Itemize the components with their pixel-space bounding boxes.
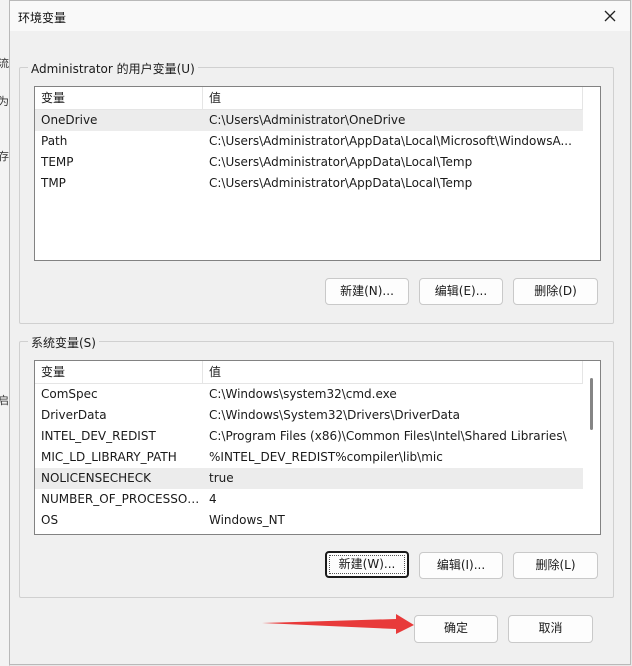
table-row[interactable]: TEMP C:\Users\Administrator\AppData\Local…: [35, 152, 583, 173]
variable-name-cell: NUMBER_OF_PROCESSORS: [41, 492, 203, 506]
variable-name-cell: TEMP: [41, 155, 74, 169]
background-glyph: 流: [0, 57, 9, 70]
vertical-scrollbar[interactable]: [583, 87, 600, 260]
variable-name-cell: OS: [41, 513, 59, 527]
variable-name-cell: INTEL_DEV_REDIST: [41, 429, 156, 443]
table-row[interactable]: Path C:\Users\Administrator\AppData\Local…: [35, 131, 583, 152]
variable-name-cell: TMP: [41, 176, 66, 190]
variable-name-cell: DriverData: [41, 408, 107, 422]
table-row[interactable]: INTEL_DEV_REDIST C:\Program Files (x86)\C…: [35, 426, 583, 447]
system-variables-list[interactable]: 变量 值 ComSpec C:\Windows\system32\cmd.exe D…: [34, 360, 601, 535]
variable-value-cell: C:\Windows\System32\Drivers\DriverData: [209, 408, 460, 422]
table-row[interactable]: NOLICENSECHECK true: [35, 468, 583, 489]
system-new-button[interactable]: 新建(W)...: [325, 551, 409, 578]
dialog-title: 环境变量: [18, 11, 67, 25]
system-delete-button[interactable]: 删除(L): [513, 552, 598, 579]
table-row[interactable]: ComSpec C:\Windows\system32\cmd.exe: [35, 384, 583, 405]
variable-value-cell: C:\Program Files (x86)\Common Files\Inte…: [209, 429, 567, 443]
column-header-value[interactable]: 值: [203, 361, 583, 383]
variable-name-cell: ComSpec: [41, 387, 98, 401]
variable-value-cell: true: [209, 471, 234, 485]
variable-value-cell: C:\Windows\system32\cmd.exe: [209, 387, 397, 401]
background-glyph: 启: [0, 394, 9, 407]
table-row[interactable]: DriverData C:\Windows\System32\Drivers\Dr…: [35, 405, 583, 426]
variable-value-cell: Windows_NT: [209, 513, 285, 527]
variable-value-cell: 4: [209, 492, 217, 506]
background-glyph: 为: [0, 95, 9, 108]
variable-value-cell: C:\Users\Administrator\AppData\Local\Mic…: [209, 134, 572, 148]
vertical-scrollbar[interactable]: [583, 361, 600, 534]
system-edit-button[interactable]: 编辑(I)...: [419, 552, 503, 579]
variable-name-cell: OneDrive: [41, 113, 98, 127]
list-header: 变量 值: [35, 361, 583, 384]
variable-value-cell: C:\Users\Administrator\AppData\Local\Tem…: [209, 155, 473, 169]
user-new-button[interactable]: 新建(N)...: [325, 278, 409, 305]
environment-variables-dialog: 环境变量 Administrator 的用户变量(U) 变量 值 OneDriv…: [9, 0, 631, 665]
variable-value-cell: C:\Users\Administrator\AppData\Local\Tem…: [209, 176, 473, 190]
list-header: 变量 值: [35, 87, 583, 110]
table-row[interactable]: MIC_LD_LIBRARY_PATH %INTEL_DEV_REDIST%com…: [35, 447, 583, 468]
user-variables-list[interactable]: 变量 值 OneDrive C:\Users\Administrator\OneD…: [34, 86, 601, 261]
variable-name-cell: MIC_LD_LIBRARY_PATH: [41, 450, 177, 464]
table-row[interactable]: OneDrive C:\Users\Administrator\OneDrive: [35, 110, 583, 131]
cancel-button[interactable]: 取消: [508, 615, 593, 643]
variable-value-cell: %INTEL_DEV_REDIST%compiler\lib\mic: [209, 450, 443, 464]
close-icon[interactable]: [600, 6, 620, 26]
table-row[interactable]: NUMBER_OF_PROCESSORS 4: [35, 489, 583, 510]
user-edit-button[interactable]: 编辑(E)...: [419, 278, 503, 305]
system-variables-legend: 系统变量(S): [28, 334, 99, 351]
focus-rectangle: [329, 555, 405, 574]
title-bar: 环境变量: [10, 1, 630, 31]
variable-value-cell: C:\Users\Administrator\OneDrive: [209, 113, 406, 127]
variable-name-cell: NOLICENSECHECK: [41, 471, 152, 485]
table-row[interactable]: OS Windows_NT: [35, 510, 583, 531]
table-row[interactable]: TMP C:\Users\Administrator\AppData\Local\…: [35, 173, 583, 194]
user-delete-button[interactable]: 删除(D): [513, 278, 598, 305]
column-header-value[interactable]: 值: [203, 87, 583, 109]
column-header-variable[interactable]: 变量: [35, 361, 203, 383]
user-variables-legend: Administrator 的用户变量(U): [28, 60, 198, 77]
ok-button[interactable]: 确定: [414, 615, 498, 643]
background-glyph: 存: [0, 150, 9, 163]
variable-name-cell: Path: [41, 134, 68, 148]
column-header-variable[interactable]: 变量: [35, 87, 203, 109]
scrollbar-thumb[interactable]: [590, 378, 593, 430]
